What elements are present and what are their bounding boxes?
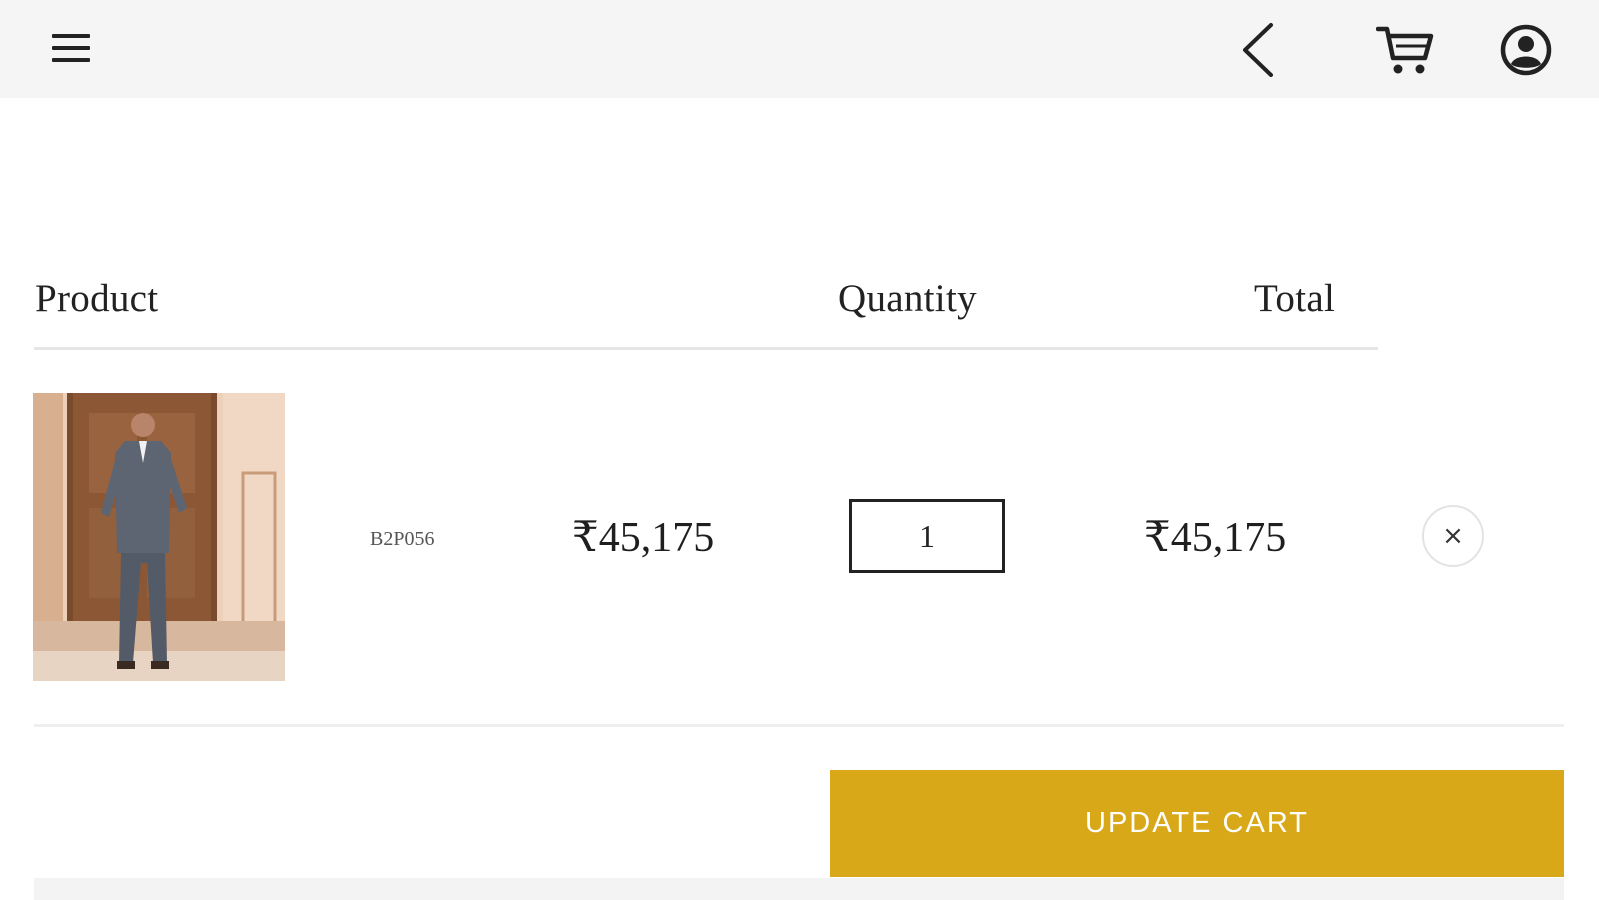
hamburger-menu-icon	[52, 34, 90, 62]
chevron-left-icon	[1243, 23, 1273, 77]
update-cart-button[interactable]: UPDATE CART	[830, 770, 1564, 877]
line-total: ₹45,175	[1144, 515, 1287, 561]
row-divider	[34, 724, 1564, 727]
cart-totals-panel-edge	[34, 878, 1564, 900]
quantity-input[interactable]	[849, 499, 1005, 573]
header-divider	[34, 347, 1378, 350]
cart-button[interactable]	[1374, 22, 1436, 78]
product-thumbnail[interactable]	[33, 393, 285, 681]
user-circle-icon	[1500, 24, 1552, 76]
top-navigation-bar	[0, 0, 1599, 98]
product-sku[interactable]: B2P056	[370, 528, 434, 551]
account-button[interactable]	[1498, 22, 1554, 78]
unit-price: ₹45,175	[572, 515, 715, 561]
remove-item-button[interactable]: ×	[1422, 505, 1484, 567]
column-header-product: Product	[35, 277, 159, 320]
close-icon: ×	[1442, 521, 1464, 551]
column-header-total: Total	[1254, 277, 1336, 320]
product-photo	[33, 393, 285, 681]
shopping-cart-icon	[1376, 26, 1434, 74]
back-button[interactable]	[1232, 20, 1282, 80]
menu-button[interactable]	[44, 26, 98, 70]
column-header-quantity: Quantity	[838, 277, 977, 320]
